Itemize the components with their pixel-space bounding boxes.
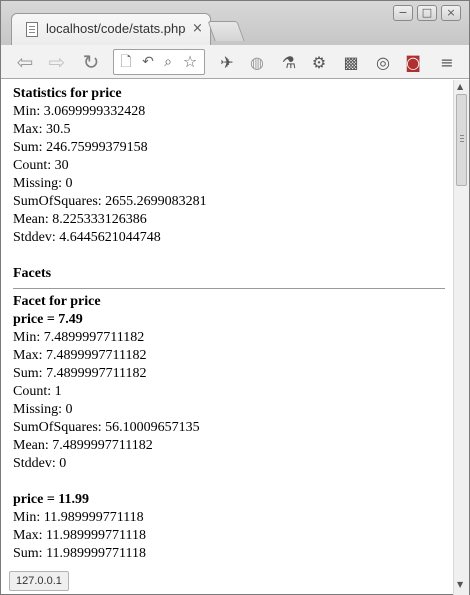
page-info-icon[interactable]: 🗋 — [118, 54, 134, 70]
facet-stat-line: Min: 7.4899997711182 — [13, 330, 145, 345]
scrollbar-thumb[interactable] — [456, 94, 467, 186]
toolbar: ⇦ ⇨ ↻ 🗋 ↶ ⌕ ☆ ✈ ◍ ⚗ ⚙ ▩ ◎ ◙ ≡ — [1, 45, 469, 79]
facet-heading: Facet for price — [13, 294, 101, 309]
tab-stats[interactable]: localhost/code/stats.php × — [11, 13, 211, 45]
extension-gear-icon[interactable]: ⚙ — [309, 53, 329, 73]
stat-line: Min: 3.0699999332428 — [13, 104, 146, 119]
stats-output: Statistics for price Min: 3.069999933242… — [13, 85, 445, 563]
extension-pocket-icon[interactable]: ◙ — [403, 53, 423, 73]
horizontal-rule — [13, 283, 445, 293]
facet-stat-line: Mean: 7.4899997711182 — [13, 438, 153, 453]
extension-timer-icon[interactable]: ◎ — [373, 53, 393, 73]
extension-book-icon[interactable]: ▩ — [341, 53, 361, 73]
stat-line: Mean: 8.225333126386 — [13, 212, 147, 227]
facet-value-title: price = 7.49 — [13, 312, 83, 327]
tab-title: localhost/code/stats.php — [46, 21, 186, 36]
facet-stat-line: Stddev: 0 — [13, 456, 67, 471]
facet-value-title: price = 11.99 — [13, 492, 90, 507]
scroll-down-arrow-icon[interactable]: ▼ — [457, 580, 463, 589]
browser-window: localhost/code/stats.php × − □ × ⇦ ⇨ ↻ 🗋… — [0, 0, 470, 595]
facet-stat-line: SumOfSquares: 56.10009657135 — [13, 420, 200, 435]
extension-globe-icon[interactable]: ◍ — [247, 53, 267, 73]
menu-icon[interactable]: ≡ — [437, 53, 457, 73]
stat-line: SumOfSquares: 2655.2699083281 — [13, 194, 207, 209]
back-arrow-icon[interactable]: ⇦ — [13, 50, 37, 74]
facet-stat-line: Max: 11.989999771118 — [13, 528, 146, 543]
page-icon — [26, 22, 38, 37]
extension-bug-icon[interactable]: ✈ — [217, 53, 237, 73]
close-window-button[interactable]: × — [441, 5, 461, 21]
stat-line: Max: 30.5 — [13, 122, 71, 137]
facet-stat-line: Max: 7.4899997711182 — [13, 348, 147, 363]
facet-stat-line: Sum: 11.989999771118 — [13, 546, 147, 561]
new-tab-button[interactable] — [207, 21, 245, 41]
maximize-button[interactable]: □ — [417, 5, 437, 21]
bookmark-star-icon[interactable]: ☆ — [182, 54, 198, 70]
page-content: Statistics for price Min: 3.069999933242… — [1, 80, 453, 595]
minimize-button[interactable]: − — [393, 5, 413, 21]
facet-stat-line: Missing: 0 — [13, 402, 73, 417]
stat-line: Count: 30 — [13, 158, 69, 173]
stats-heading: Statistics for price — [13, 86, 122, 101]
zoom-icon[interactable]: ⌕ — [160, 54, 176, 70]
stat-line: Sum: 246.75999379158 — [13, 140, 148, 155]
status-bubble: 127.0.0.1 — [9, 571, 69, 591]
facet-stat-line: Sum: 7.4899997711182 — [13, 366, 147, 381]
facets-heading: Facets — [13, 266, 52, 281]
undo-icon[interactable]: ↶ — [140, 54, 156, 70]
facet-stat-line: Min: 11.989999771118 — [13, 510, 144, 525]
facet-stat-line: Count: 1 — [13, 384, 62, 399]
reload-icon[interactable]: ↻ — [79, 50, 103, 74]
scroll-up-arrow-icon[interactable]: ▲ — [457, 82, 463, 91]
address-bar[interactable]: 🗋 ↶ ⌕ ☆ — [113, 49, 205, 75]
stat-line: Missing: 0 — [13, 176, 73, 191]
tab-bar: localhost/code/stats.php × − □ × — [1, 1, 469, 45]
extension-stamp-icon[interactable]: ⚗ — [279, 53, 299, 73]
tab-close-icon[interactable]: × — [192, 21, 203, 36]
vertical-scrollbar[interactable]: ▲ ▼ — [453, 80, 469, 595]
forward-arrow-icon[interactable]: ⇨ — [45, 50, 69, 74]
stat-line: Stddev: 4.6445621044748 — [13, 230, 161, 245]
grip-icon — [460, 135, 464, 136]
